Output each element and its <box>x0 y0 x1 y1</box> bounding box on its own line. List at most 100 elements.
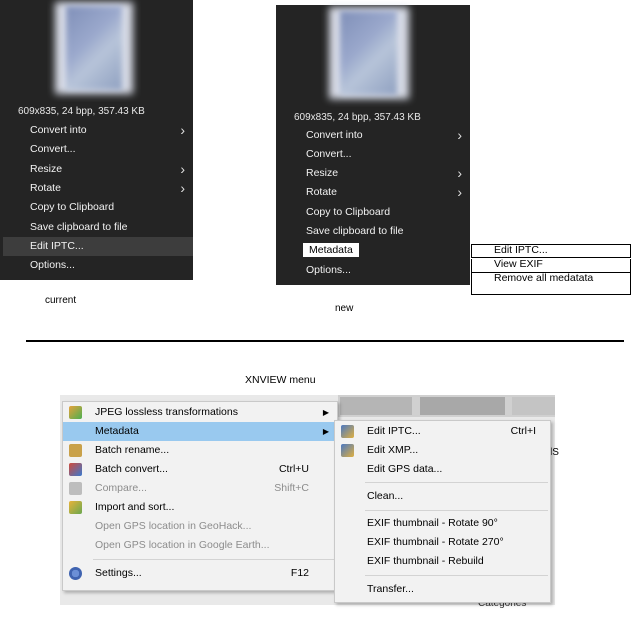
item-label: JPEG lossless transformations <box>95 406 238 418</box>
shortcut-label: F12 <box>290 567 309 579</box>
edit-xmp-icon <box>341 444 354 457</box>
item-label: Open GPS location in Google Earth... <box>95 539 270 551</box>
item-label: Metadata <box>95 425 139 437</box>
item-label: Options... <box>30 259 75 271</box>
divider-line <box>26 340 624 342</box>
item-label: Save clipboard to file <box>306 225 404 237</box>
xnview-item-metadata[interactable]: Metadata ▶ <box>63 422 337 441</box>
item-label: Rotate <box>306 186 337 198</box>
xnview-item-jpeg-lossless[interactable]: JPEG lossless transformations ▶ <box>63 403 337 422</box>
jpeg-transform-icon <box>69 406 82 419</box>
xnview-sub-edit-xmp[interactable]: Edit XMP... <box>335 441 550 460</box>
menu-separator <box>365 510 548 511</box>
new-submenu-view-exif[interactable]: View EXIF <box>471 259 631 273</box>
new-image-info: 609x835, 24 bpp, 357.43 KB <box>294 112 421 123</box>
new-item-convert[interactable]: Convert... <box>279 145 470 164</box>
item-label: Open GPS location in GeoHack... <box>95 520 252 532</box>
xnview-item-compare[interactable]: Compare... Shift+C <box>63 479 337 498</box>
current-item-resize[interactable]: Resize › <box>3 160 193 179</box>
background-fragment-ls: lS <box>550 447 559 458</box>
chevron-right-icon: › <box>180 122 185 138</box>
xnview-item-batch-rename[interactable]: Batch rename... <box>63 441 337 460</box>
new-context-menu: 609x835, 24 bpp, 357.43 KB Convert into ›… <box>276 5 470 285</box>
item-label: Rotate <box>30 182 61 194</box>
arrow-right-icon: ▶ <box>322 427 329 436</box>
import-sort-icon <box>69 501 82 514</box>
new-item-resize[interactable]: Resize › <box>279 164 470 183</box>
batch-convert-icon <box>69 463 82 476</box>
chevron-right-icon: › <box>457 165 462 181</box>
xnview-main-menu: JPEG lossless transformations ▶ Metadata… <box>62 401 338 591</box>
xnview-item-batch-convert[interactable]: Batch convert... Ctrl+U <box>63 460 337 479</box>
current-image-info: 609x835, 24 bpp, 357.43 KB <box>18 106 145 117</box>
item-label: Settings... <box>95 567 142 579</box>
shortcut-label: Ctrl+U <box>278 463 309 475</box>
item-label: EXIF thumbnail - Rotate 90° <box>367 517 498 529</box>
current-item-convert-into[interactable]: Convert into › <box>3 121 193 140</box>
item-label: Convert into <box>306 129 363 141</box>
menu-separator <box>365 482 548 483</box>
item-label: Clean... <box>367 490 404 502</box>
new-caption: new <box>335 303 354 314</box>
chevron-right-icon: › <box>457 127 462 143</box>
current-item-rotate[interactable]: Rotate › <box>3 179 193 198</box>
compare-icon <box>69 482 82 495</box>
item-label: Convert... <box>30 143 76 155</box>
item-label: Edit IPTC... <box>30 240 84 252</box>
metadata-label-box: Metadata <box>303 243 359 257</box>
xnview-sub-exif-rebuild[interactable]: EXIF thumbnail - Rebuild <box>335 552 550 571</box>
xnview-item-import-sort[interactable]: Import and sort... <box>63 498 337 517</box>
current-item-options[interactable]: Options... <box>3 256 193 275</box>
new-item-options[interactable]: Options... <box>279 261 470 280</box>
item-label: Save clipboard to file <box>30 221 128 233</box>
xnview-sub-exif-rotate-90[interactable]: EXIF thumbnail - Rotate 90° <box>335 514 550 533</box>
settings-gear-icon <box>69 567 82 580</box>
item-label: Compare... <box>95 482 147 494</box>
item-label: Batch convert... <box>95 463 168 475</box>
item-label: Resize <box>30 163 63 175</box>
arrow-right-icon: ▶ <box>322 408 329 417</box>
item-label: Edit XMP... <box>367 444 419 456</box>
menu-separator <box>365 575 548 576</box>
chevron-right-icon: › <box>180 161 185 177</box>
item-label: Copy to Clipboard <box>30 201 115 213</box>
xnview-item-gps-google-earth[interactable]: Open GPS location in Google Earth... <box>63 536 337 555</box>
item-label: Import and sort... <box>95 501 175 513</box>
xnview-sub-exif-rotate-270[interactable]: EXIF thumbnail - Rotate 270° <box>335 533 550 552</box>
item-label: Edit GPS data... <box>367 463 443 475</box>
new-submenu-remove-all-metadata[interactable]: Remove all medatata <box>471 273 631 295</box>
item-label: EXIF thumbnail - Rotate 270° <box>367 536 504 548</box>
item-label: Resize <box>306 167 339 179</box>
xnview-item-gps-geohack[interactable]: Open GPS location in GeoHack... <box>63 517 337 536</box>
background-thumb-1 <box>340 397 412 415</box>
xnview-sub-edit-gps[interactable]: Edit GPS data... <box>335 460 550 479</box>
new-item-metadata[interactable]: Metadata <box>279 241 470 260</box>
current-item-convert[interactable]: Convert... <box>3 140 193 159</box>
shortcut-label: Ctrl+I <box>510 425 536 437</box>
current-item-copy-to-clipboard[interactable]: Copy to Clipboard <box>3 198 193 217</box>
item-label: Options... <box>306 264 351 276</box>
background-thumb-3 <box>512 397 555 415</box>
new-item-rotate[interactable]: Rotate › <box>279 183 470 202</box>
background-thumb-2 <box>420 397 505 415</box>
new-submenu-edit-iptc[interactable]: Edit IPTC... <box>471 244 631 258</box>
item-label: Transfer... <box>367 583 414 595</box>
new-item-convert-into[interactable]: Convert into › <box>279 126 470 145</box>
item-label: Batch rename... <box>95 444 170 456</box>
batch-rename-icon <box>69 444 82 457</box>
item-label: Convert into <box>30 124 87 136</box>
xnview-sub-clean[interactable]: Clean... <box>335 487 550 506</box>
current-item-edit-iptc[interactable]: Edit IPTC... <box>3 237 193 256</box>
new-item-save-clipboard[interactable]: Save clipboard to file <box>279 222 470 241</box>
xnview-item-settings[interactable]: Settings... F12 <box>63 564 337 583</box>
shortcut-label: Shift+C <box>274 482 309 494</box>
xnview-sub-edit-iptc[interactable]: Edit IPTC... Ctrl+I <box>335 422 550 441</box>
item-label: Convert... <box>306 148 352 160</box>
new-thumbnail <box>340 11 397 95</box>
current-caption: current <box>45 295 77 306</box>
xnview-sub-transfer[interactable]: Transfer... <box>335 580 550 599</box>
new-item-copy-to-clipboard[interactable]: Copy to Clipboard <box>279 203 470 222</box>
xnview-metadata-submenu: Edit IPTC... Ctrl+I Edit XMP... Edit GPS… <box>334 420 551 603</box>
current-item-save-clipboard[interactable]: Save clipboard to file <box>3 218 193 237</box>
edit-iptc-icon <box>341 425 354 438</box>
